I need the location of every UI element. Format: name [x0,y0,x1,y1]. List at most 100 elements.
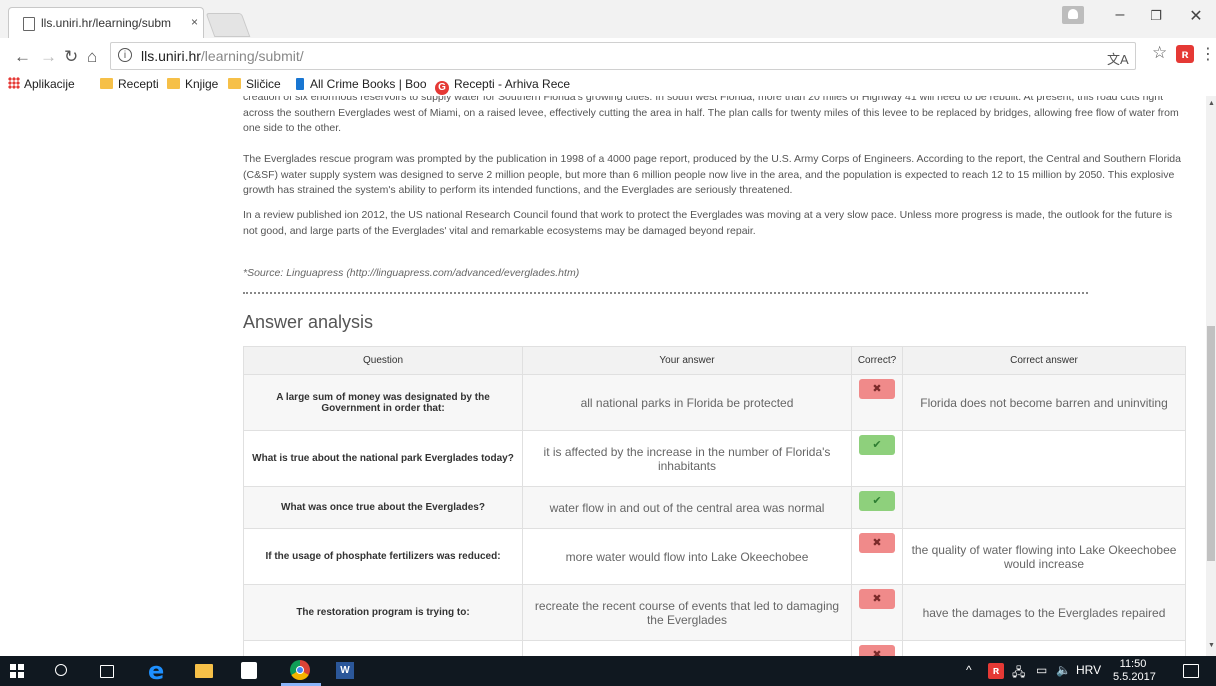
your-answer-cell: more water would flow into Lake Okeechob… [522,528,852,585]
clock-time: 11:50 [1119,658,1147,670]
book-icon [296,78,304,90]
battery-icon[interactable]: ▭ [1036,663,1047,677]
bookmark-recepti[interactable]: Recepti [100,77,159,91]
correct-answer-cell [902,486,1186,529]
star-icon[interactable]: ☆ [1152,43,1167,63]
tab-close-icon[interactable]: × [191,15,198,29]
correct-cell: ✔ [851,486,903,529]
tray-expand-icon[interactable]: ^ [966,663,972,677]
article-paragraph: The Everglades rescue program was prompt… [243,153,1181,196]
word-icon[interactable]: W [336,662,354,679]
tab-title: lls.uniri.hr/learning/subm [41,16,172,30]
scrollbar-thumb[interactable] [1207,326,1215,561]
question-cell: What was once true about the Everglades? [243,486,523,529]
network-icon[interactable]: 🖧 [1012,663,1025,684]
correct-cell: ✔ [851,430,903,487]
browser-tab[interactable]: lls.uniri.hr/learning/subm × [8,7,204,38]
wrong-icon: ✖ [859,589,895,609]
column-header: Your answer [522,346,852,375]
question-cell [243,640,523,656]
wrong-icon: ✖ [859,645,895,656]
correct-answer-cell [902,640,1186,656]
question-cell: A large sum of money was designated by t… [243,374,523,431]
folder-icon [167,78,180,89]
vertical-scrollbar[interactable]: ▲ ▼ [1206,96,1216,656]
url-text[interactable]: lls.uniri.hr/learning/submit/ [141,48,304,64]
recipe-site-icon: G [435,81,449,95]
close-window-button[interactable]: ✕ [1176,6,1216,26]
browser-toolbar: ← → ↻ ⌂ i lls.uniri.hr/learning/submit/ … [0,38,1216,75]
folder-icon [100,78,113,89]
correct-answer-cell [902,430,1186,487]
notifications-icon[interactable] [1183,664,1199,678]
task-view-icon[interactable] [100,665,114,678]
correct-cell: ✖ [851,640,903,656]
file-explorer-icon[interactable] [195,664,213,678]
chrome-icon[interactable] [290,660,310,680]
table-header-row: Question Your answer Correct? Correct an… [243,346,1186,375]
profile-icon[interactable] [1062,6,1084,24]
wrong-icon: ✖ [859,379,895,399]
table-row: The restoration program is trying to: re… [243,584,1186,641]
column-header: Correct? [851,346,903,375]
clock[interactable]: 11:50 5.5.2017 [1113,658,1156,684]
your-answer-cell: water flow in and out of the central are… [522,486,852,529]
address-bar[interactable]: i lls.uniri.hr/learning/submit/ 文A [110,42,1136,70]
correct-answer-cell: Florida does not become barren and uninv… [902,374,1186,431]
page-icon [23,17,35,31]
page-viewport: creation of six enormous reservoirs to s… [0,96,1206,656]
bookmark-crime-books[interactable]: All Crime Books | Boo [296,77,427,91]
your-answer-cell: it is affected by the increase in the nu… [522,430,852,487]
scroll-down-icon[interactable]: ▼ [1208,642,1215,649]
maximize-button[interactable]: ❐ [1136,8,1176,24]
volume-icon[interactable]: 🔈 [1056,663,1071,677]
question-cell: What is true about the national park Eve… [243,430,523,487]
scroll-up-icon[interactable]: ▲ [1208,100,1215,107]
tab-strip: lls.uniri.hr/learning/subm × – ❐ ✕ [0,0,1216,38]
answer-analysis-table: Question Your answer Correct? Correct an… [243,346,1186,656]
info-icon[interactable]: i [118,48,132,62]
search-icon[interactable] [55,664,67,676]
forward-arrow-icon[interactable]: → [40,47,57,67]
minimize-button[interactable]: – [1100,6,1140,24]
folder-icon [228,78,241,89]
extension-icon[interactable]: ʀ [1176,45,1194,63]
home-icon[interactable]: ⌂ [87,47,97,67]
bookmark-knjige[interactable]: Knjige [167,77,218,91]
reload-icon[interactable]: ↻ [64,47,78,67]
bookmark-apps[interactable]: Aplikacije [8,77,75,91]
article-paragraph: creation of six enormous reservoirs to s… [243,96,1179,134]
tray-extension-icon[interactable]: ʀ [988,663,1004,679]
question-cell: The restoration program is trying to: [243,584,523,641]
separator [243,292,1088,294]
wrong-icon: ✖ [859,533,895,553]
column-header: Question [243,346,523,375]
language-indicator[interactable]: HRV [1076,663,1101,677]
menu-icon[interactable]: ⋮ [1200,44,1216,64]
column-header: Correct answer [902,346,1186,375]
translate-icon[interactable]: 文A [1107,49,1129,68]
table-row: If the usage of phosphate fertilizers wa… [243,528,1186,585]
correct-answer-cell: the quality of water flowing into Lake O… [902,528,1186,585]
edge-browser-icon[interactable]: e [148,657,164,685]
new-tab-button[interactable] [205,13,251,37]
correct-cell: ✖ [851,584,903,641]
apps-icon [8,77,20,89]
table-row: A large sum of money was designated by t… [243,374,1186,431]
start-icon[interactable] [10,664,24,678]
store-icon[interactable] [241,662,257,679]
table-row: What is true about the national park Eve… [243,430,1186,487]
your-answer-cell [522,640,852,656]
question-cell: If the usage of phosphate fertilizers wa… [243,528,523,585]
source-citation: *Source: Linguapress (http://linguapress… [243,267,580,279]
windows-taskbar: e W ^ ʀ 🖧 ▭ 🔈 HRV 11:50 5.5.2017 [0,656,1216,686]
clock-date: 5.5.2017 [1113,671,1156,683]
correct-cell: ✖ [851,374,903,431]
correct-answer-cell: have the damages to the Everglades repai… [902,584,1186,641]
bookmark-recepti-arhiva[interactable]: G Recepti - Arhiva Rece [435,77,570,95]
your-answer-cell: recreate the recent course of events tha… [522,584,852,641]
bookmark-slicice[interactable]: Sličice [228,77,281,91]
answer-analysis-heading: Answer analysis [243,312,374,332]
back-arrow-icon[interactable]: ← [14,47,31,67]
article-paragraph: In a review published ion 2012, the US n… [243,209,1173,237]
